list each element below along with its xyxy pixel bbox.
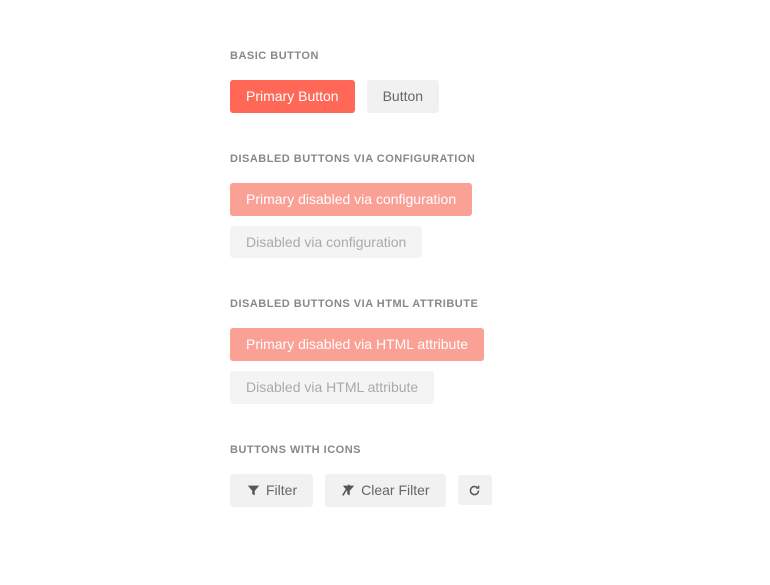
section-title-disabled-attr: DISABLED BUTTONS VIA HTML ATTRIBUTE: [230, 298, 770, 310]
button-row: Disabled via HTML attribute: [230, 371, 770, 404]
filter-button[interactable]: Filter: [230, 474, 313, 507]
default-button[interactable]: Button: [367, 80, 439, 113]
section-title-icons: BUTTONS WITH ICONS: [230, 444, 770, 456]
button-row: Filter Clear Filter: [230, 474, 770, 507]
section-title-disabled-config: DISABLED BUTTONS VIA CONFIGURATION: [230, 153, 770, 165]
button-row: Primary Button Button: [230, 80, 770, 113]
default-disabled-attr-button: Disabled via HTML attribute: [230, 371, 434, 404]
primary-button[interactable]: Primary Button: [230, 80, 355, 113]
primary-disabled-attr-button: Primary disabled via HTML attribute: [230, 328, 484, 361]
section-disabled-attr: DISABLED BUTTONS VIA HTML ATTRIBUTE Prim…: [230, 298, 770, 404]
default-disabled-config-button: Disabled via configuration: [230, 226, 422, 259]
button-row: Disabled via configuration: [230, 226, 770, 259]
clear-filter-icon: [341, 483, 355, 497]
filter-icon: [246, 483, 260, 497]
section-basic-button: BASIC BUTTON Primary Button Button: [230, 50, 770, 113]
primary-disabled-config-button: Primary disabled via configuration: [230, 183, 472, 216]
section-disabled-config: DISABLED BUTTONS VIA CONFIGURATION Prima…: [230, 153, 770, 259]
section-buttons-with-icons: BUTTONS WITH ICONS Filter Clear Filter: [230, 444, 770, 507]
filter-button-label: Filter: [266, 482, 297, 499]
clear-filter-button-label: Clear Filter: [361, 482, 429, 499]
section-title-basic: BASIC BUTTON: [230, 50, 770, 62]
button-row: Primary disabled via HTML attribute: [230, 328, 770, 361]
refresh-icon: [468, 483, 482, 497]
clear-filter-button[interactable]: Clear Filter: [325, 474, 445, 507]
refresh-button[interactable]: [458, 475, 492, 505]
button-row: Primary disabled via configuration: [230, 183, 770, 216]
